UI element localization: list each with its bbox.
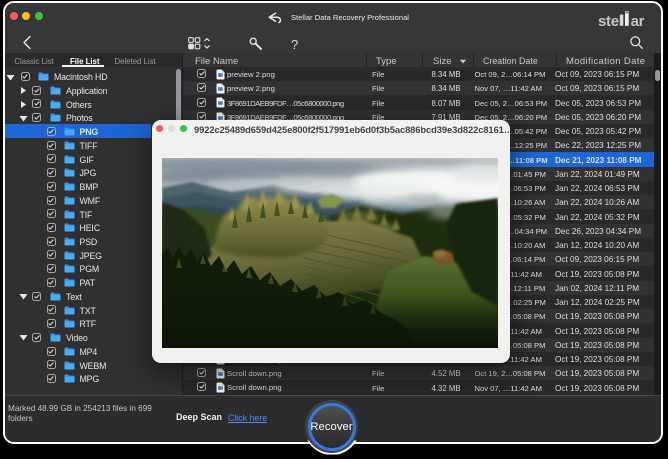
svg-text:ar: ar [631,13,645,30]
svg-text:ste: ste [598,13,619,30]
